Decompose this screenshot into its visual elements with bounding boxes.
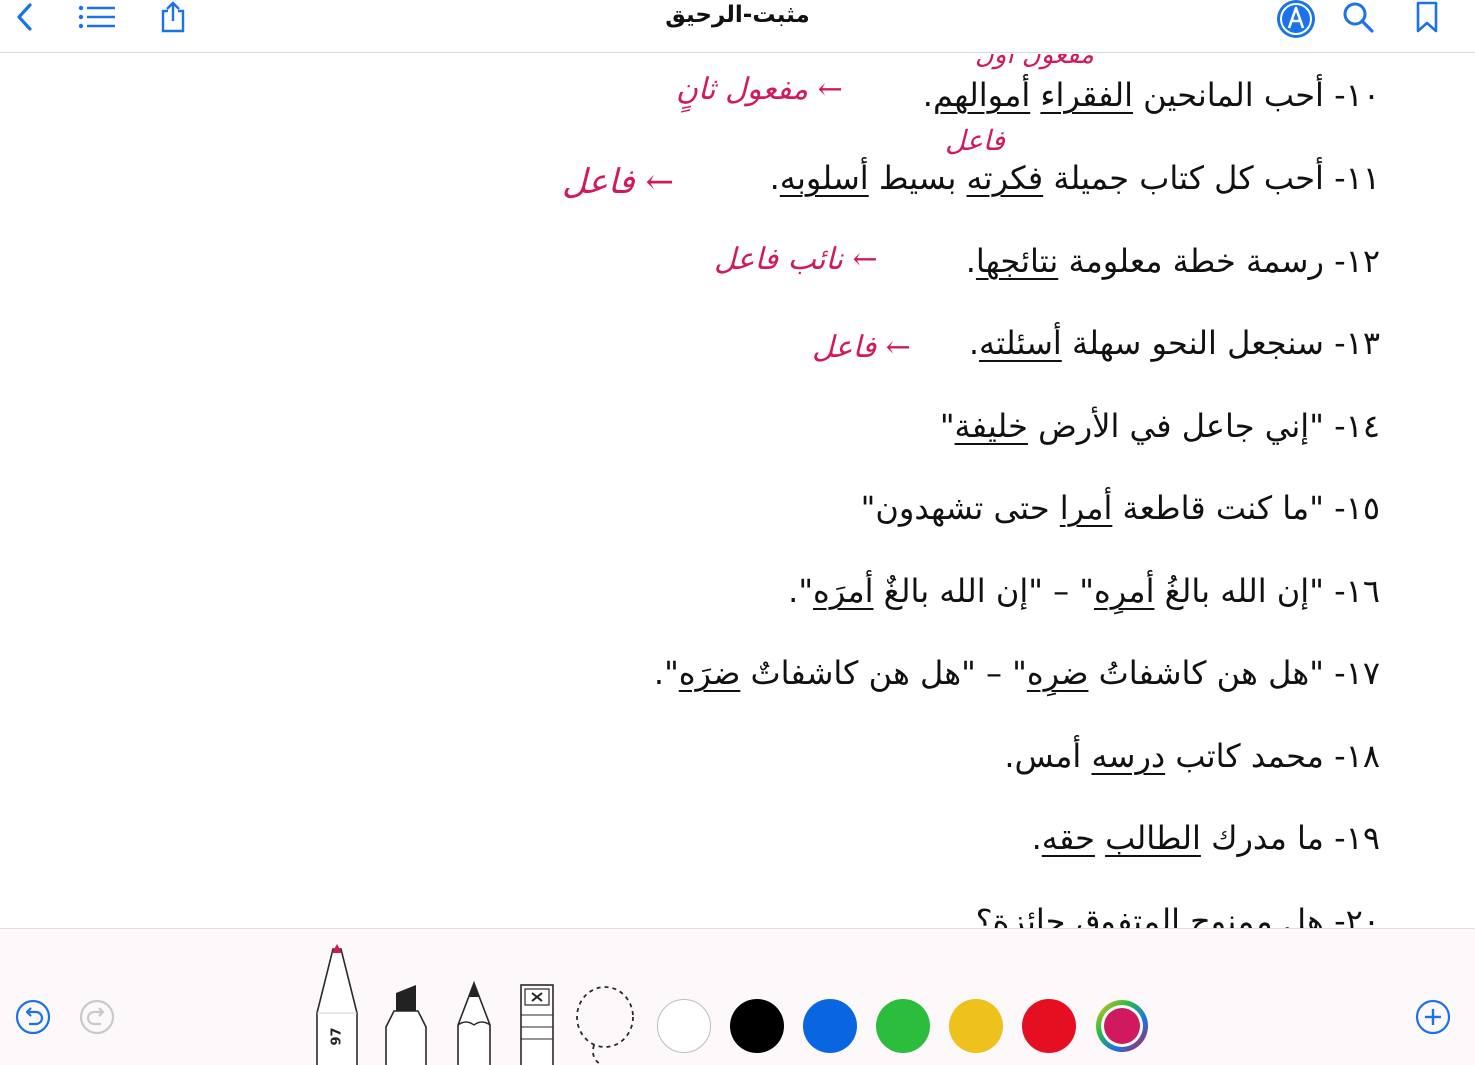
add-circle-icon[interactable] [1414,998,1452,1040]
item-number: ١٤- [1334,407,1380,445]
underlined-word: أسئلته [979,324,1062,362]
list-item: ١٤- "إني جاعل في الأرض خليفة" [939,407,1380,445]
underlined-word: الفقراء [1040,76,1133,114]
undo-icon[interactable] [14,998,52,1040]
underlined-word: فكرته [966,159,1044,197]
search-icon[interactable] [1340,0,1376,34]
document-page: ١٠- أحب المانحين الفقراء أموالهم. ١١- أح… [0,54,1475,928]
color-wheel-icon[interactable] [1094,998,1150,1058]
color-swatch-yellow[interactable] [949,999,1003,1053]
item-number: ١٠- [1334,76,1380,114]
color-swatch-red[interactable] [1022,999,1076,1053]
handwritten-note: ← مفعول ثانٍ [676,72,843,107]
underlined-word: الطالب [1105,819,1201,857]
color-swatch-blue[interactable] [803,999,857,1053]
item-number: ١٥- [1334,489,1380,527]
lasso-icon[interactable] [574,985,636,1065]
handwritten-note: ← نائب فاعل [714,242,878,277]
underlined-word: أسلوبه [779,159,869,197]
list-item: ٢٠- هل ممنوح المتفوق جائزة؟ [976,896,1380,928]
underlined-word: خليفة [954,407,1028,445]
item-number: ١٩- [1334,819,1380,857]
top-toolbar: مثبت-الرحيق [0,0,1475,53]
pen-icon[interactable]: 97 [314,943,360,1065]
underlined-word: أمرا [1059,489,1113,527]
list-item: ١٥- "ما كنت قاطعة أمرا حتى تشهدون" [860,489,1380,527]
handwritten-note: ← فاعل [812,330,911,365]
list-item: ١٦- "إن الله بالغُ أمرِه" – "إن الله بال… [788,572,1380,610]
pencil-icon[interactable] [454,980,494,1065]
underlined-word: المتفوق [1075,902,1180,928]
underlined-word: درسه [1091,737,1166,775]
underlined-word: حقه [1041,819,1095,857]
item-number: ٢٠- [1334,902,1380,928]
item-number: ١٣- [1334,324,1380,362]
list-item: ١٧- "هل هن كاشفاتُ ضرِه" – "هل هن كاشفات… [653,654,1380,692]
page-title: مثبت-الرحيق [665,2,810,28]
color-swatch-black[interactable] [730,999,784,1053]
bookmark-icon[interactable] [1413,0,1441,34]
list-item: ١٢- رسمة خطة معلومة نتائجها. [965,242,1380,280]
eraser-icon[interactable] [519,983,555,1065]
underlined-word: أمرِه [1094,572,1155,610]
list-item: ١٣- سنجعل النحو سهلة أسئلته. [968,324,1380,362]
list-item: ١٩- ما مدرك الطالب حقه. [1031,819,1380,857]
item-number: ١٧- [1334,654,1380,692]
underlined-word: نتائجها [975,242,1059,280]
list-item: ١١- أحب كل كتاب جميلة فكرته بسيط أسلوبه. [769,159,1380,197]
item-number: ١٨- [1334,737,1380,775]
handwritten-note: فاعل [945,124,1005,157]
redo-icon[interactable] [78,998,116,1040]
item-number: ١٦- [1334,572,1380,610]
handwritten-note: مفعول أول [975,54,1094,70]
underlined-word: ضرَه [678,654,741,692]
underlined-word: ضرِه [1026,654,1089,692]
handwritten-note: ← فاعل [562,162,674,202]
marker-icon[interactable] [382,983,430,1065]
list-item: ١٠- أحب المانحين الفقراء أموالهم. [922,76,1380,114]
underlined-word: أمرَه [813,572,874,610]
color-swatch-green[interactable] [876,999,930,1053]
color-swatch-white[interactable] [657,999,711,1053]
drawing-toolbar: 97 [0,928,1475,1065]
item-number: ١٢- [1334,242,1380,280]
markup-pen-icon[interactable] [1273,0,1319,40]
list-item: ١٨- محمد كاتب درسه أمس. [1004,737,1380,775]
item-number: ١١- [1334,159,1380,197]
underlined-word: أموالهم [932,76,1031,114]
pen-width-label: 97 [329,1027,345,1046]
